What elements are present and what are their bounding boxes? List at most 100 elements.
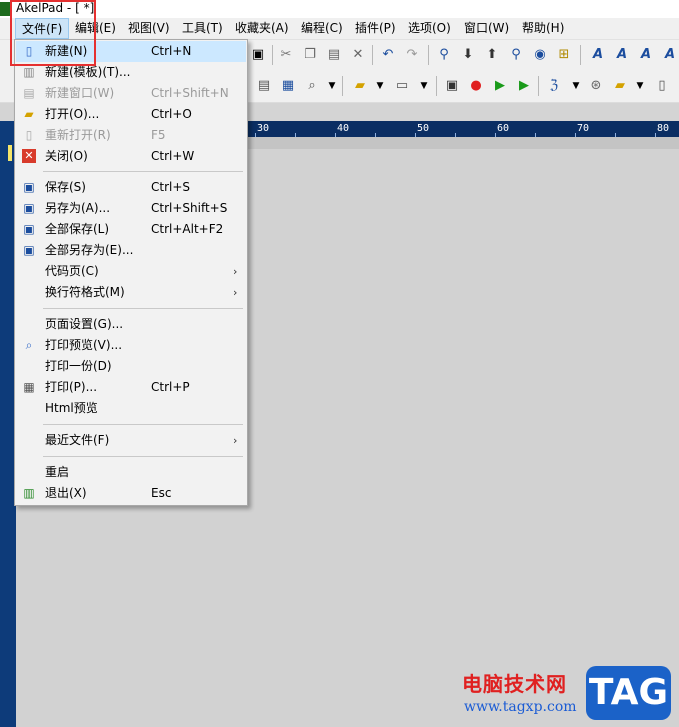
watermark-tag-badge: TAG bbox=[586, 666, 671, 720]
paste-icon[interactable]: ▤ bbox=[326, 47, 342, 63]
find-icon[interactable]: ⚲ bbox=[436, 47, 452, 63]
printer-icon: ▦ bbox=[23, 380, 35, 394]
preview-icon[interactable]: ⌕ bbox=[304, 78, 320, 94]
explorer-icon[interactable]: ▰ bbox=[612, 78, 628, 94]
redo-icon[interactable]: ↷ bbox=[404, 47, 420, 63]
menu-item-save-all[interactable]: ▣ 全部保存(L) Ctrl+Alt+F2 bbox=[16, 219, 246, 240]
menu-plugins[interactable]: 插件(P) bbox=[349, 18, 402, 39]
watermark-url: www.tagxp.com bbox=[464, 699, 577, 715]
menu-item-save[interactable]: ▣ 保存(S) Ctrl+S bbox=[16, 177, 246, 198]
menu-separator bbox=[43, 456, 243, 457]
ruler-tick: 70 bbox=[577, 123, 590, 134]
highlight-annotation-box bbox=[10, 0, 96, 66]
save-all-as-icon: ▣ bbox=[23, 243, 35, 257]
menu-item-print-preview[interactable]: ⌕ 打印预览(V)... bbox=[16, 335, 246, 356]
font-icon[interactable]: A bbox=[590, 47, 606, 63]
search-files-icon[interactable]: ⊛ bbox=[588, 78, 604, 94]
toolbar-separator bbox=[538, 76, 539, 96]
find-next-down-icon[interactable]: ⬇ bbox=[460, 47, 476, 63]
menu-item-print-one[interactable]: 打印一份(D) bbox=[16, 356, 246, 377]
toolbar-separator bbox=[580, 45, 581, 65]
document-icon[interactable]: ▯ bbox=[654, 78, 670, 94]
ruler-tick: 80 bbox=[657, 123, 670, 134]
find-next-up-icon[interactable]: ⬆ bbox=[484, 47, 500, 63]
menu-coding[interactable]: 编程(C) bbox=[295, 18, 349, 39]
menu-tools[interactable]: 工具(T) bbox=[176, 18, 229, 39]
folder-icon[interactable]: ▰ bbox=[352, 78, 368, 94]
clipboard-icon[interactable]: ▤ bbox=[256, 78, 272, 94]
reopen-icon: ▯ bbox=[25, 128, 33, 142]
menu-view[interactable]: 视图(V) bbox=[122, 18, 176, 39]
save-icon: ▣ bbox=[23, 180, 35, 194]
macro-icon[interactable]: ▣ bbox=[444, 78, 460, 94]
menu-item-reopen[interactable]: ▯ 重新打开(R) F5 bbox=[16, 125, 246, 146]
chevron-down-icon[interactable]: ▼ bbox=[372, 78, 388, 94]
menu-item-page-setup[interactable]: 页面设置(G)... bbox=[16, 314, 246, 335]
menu-item-html-preview[interactable]: Html预览 bbox=[16, 398, 246, 419]
menu-favorites[interactable]: 收藏夹(A) bbox=[229, 18, 295, 39]
menu-item-save-all-as[interactable]: ▣ 全部另存为(E)... bbox=[16, 240, 246, 261]
print-preview-icon: ⌕ bbox=[25, 338, 33, 352]
menu-item-exit[interactable]: ▥ 退出(X) Esc bbox=[16, 483, 246, 504]
watermark-site-name: 电脑技术网 bbox=[462, 672, 567, 696]
menu-item-save-as[interactable]: ▣ 另存为(A)... Ctrl+Shift+S bbox=[16, 198, 246, 219]
undo-icon[interactable]: ↶ bbox=[380, 47, 396, 63]
delete-icon[interactable]: ✕ bbox=[350, 47, 366, 63]
text-caret bbox=[8, 145, 12, 161]
script-icon[interactable]: ℨ bbox=[546, 78, 562, 94]
save-all-icon: ▣ bbox=[23, 222, 35, 236]
insert-icon[interactable]: ⊞ bbox=[556, 47, 572, 63]
menu-bar: 文件(F) 编辑(E) 视图(V) 工具(T) 收藏夹(A) 编程(C) 插件(… bbox=[0, 18, 679, 40]
toolbar-separator bbox=[436, 76, 437, 96]
new-window-icon: ▤ bbox=[23, 86, 35, 100]
toolbar-separator bbox=[428, 45, 429, 65]
chevron-right-icon: › bbox=[233, 434, 238, 447]
menu-window[interactable]: 窗口(W) bbox=[458, 18, 515, 39]
menu-separator bbox=[43, 171, 243, 172]
toolbar-separator bbox=[272, 45, 273, 65]
chevron-right-icon: › bbox=[233, 286, 238, 299]
snippet-icon[interactable]: ▭ bbox=[394, 78, 410, 94]
save-session-icon[interactable]: ▦ bbox=[280, 78, 296, 94]
app-icon bbox=[0, 2, 10, 16]
play-repeat-icon[interactable]: ▶ bbox=[516, 78, 532, 94]
menu-item-codepage[interactable]: 代码页(C) › bbox=[16, 261, 246, 282]
cut-icon[interactable]: ✂ bbox=[278, 47, 294, 63]
title-bar: AkelPad - [ *] bbox=[0, 0, 679, 18]
menu-item-close[interactable]: ✕ 关闭(O) Ctrl+W bbox=[16, 146, 246, 167]
font-decrease-icon[interactable]: A bbox=[638, 47, 654, 63]
menu-item-restart[interactable]: 重启 bbox=[16, 462, 246, 483]
menu-item-new-window[interactable]: ▤ 新建窗口(W) Ctrl+Shift+N bbox=[16, 83, 246, 104]
menu-item-recent-files[interactable]: 最近文件(F) › bbox=[16, 430, 246, 451]
goto-icon[interactable]: ◉ bbox=[532, 47, 548, 63]
chevron-down-icon[interactable]: ▼ bbox=[324, 78, 340, 94]
replace-icon[interactable]: ⚲ bbox=[508, 47, 524, 63]
chevron-down-icon[interactable]: ▼ bbox=[632, 78, 648, 94]
file-menu-dropdown: ▯ 新建(N) Ctrl+N ▥ 新建(模板)(T)... ▤ 新建窗口(W) … bbox=[14, 39, 248, 506]
play-icon[interactable]: ▶ bbox=[492, 78, 508, 94]
chevron-down-icon[interactable]: ▼ bbox=[568, 78, 584, 94]
menu-help[interactable]: 帮助(H) bbox=[516, 18, 570, 39]
toolbar-separator bbox=[342, 76, 343, 96]
save-as-icon: ▣ bbox=[23, 201, 35, 215]
chevron-right-icon: › bbox=[233, 265, 238, 278]
copy-icon[interactable]: ❐ bbox=[302, 47, 318, 63]
font-increase-icon[interactable]: A bbox=[614, 47, 630, 63]
ruler-tick: 30 bbox=[257, 123, 270, 134]
ruler-tick: 40 bbox=[337, 123, 350, 134]
chevron-down-icon[interactable]: ▼ bbox=[416, 78, 432, 94]
menu-item-open[interactable]: ▰ 打开(O)... Ctrl+O bbox=[16, 104, 246, 125]
ruler-tick: 60 bbox=[497, 123, 510, 134]
menu-options[interactable]: 选项(O) bbox=[402, 18, 457, 39]
menu-item-newline-format[interactable]: 换行符格式(M) › bbox=[16, 282, 246, 303]
menu-separator bbox=[43, 308, 243, 309]
menu-item-print[interactable]: ▦ 打印(P)... Ctrl+P bbox=[16, 377, 246, 398]
print-icon[interactable]: ▣ bbox=[250, 47, 266, 63]
ruler-tick: 50 bbox=[417, 123, 430, 134]
font-color-icon[interactable]: A bbox=[662, 47, 678, 63]
close-icon: ✕ bbox=[22, 149, 36, 163]
menu-separator bbox=[43, 424, 243, 425]
template-icon: ▥ bbox=[23, 65, 35, 79]
toolbar-separator bbox=[372, 45, 373, 65]
record-icon[interactable]: ● bbox=[468, 78, 484, 94]
